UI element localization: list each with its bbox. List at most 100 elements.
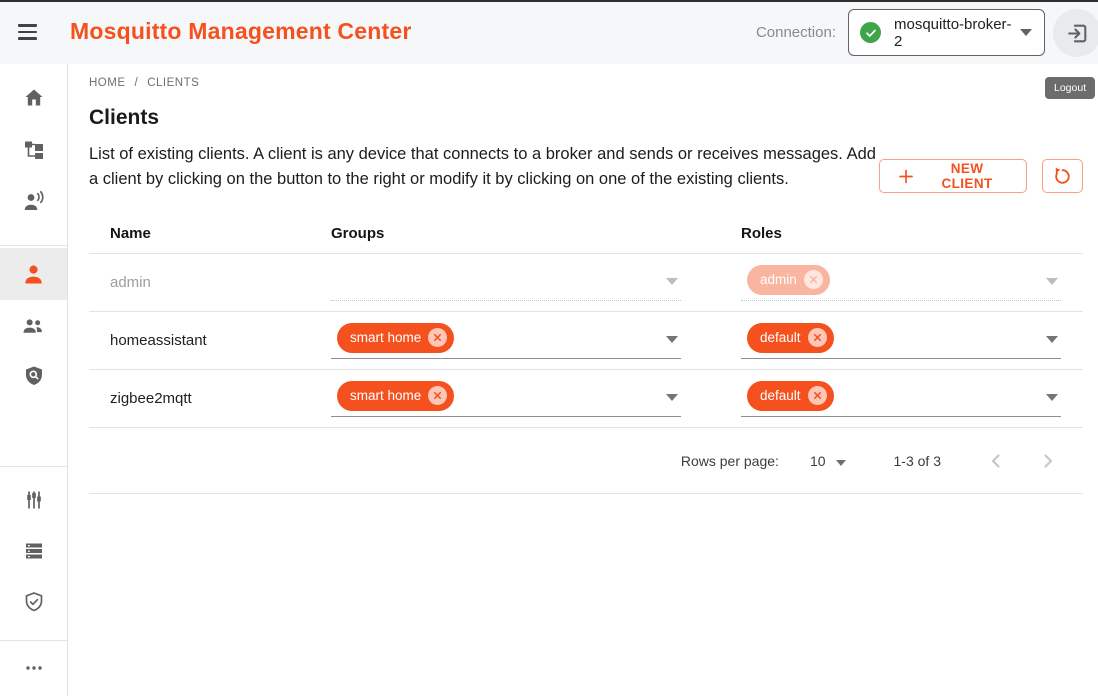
chip-delete-icon[interactable] [808,328,827,347]
sidebar-divider [0,466,67,467]
roles-select: admin [741,260,1061,306]
chevron-down-icon [1020,29,1032,36]
groups-select[interactable]: smart home [331,318,681,364]
breadcrumb-home[interactable]: HOME [89,77,126,89]
client-name: zigbee2mqtt [89,390,331,407]
previous-page-button[interactable] [983,448,1009,474]
sidebar-item-home[interactable] [0,74,67,122]
chevron-down-icon [666,336,678,343]
groups-select[interactable]: smart home [331,376,681,422]
role-chip: admin [747,265,830,295]
groups-select [331,260,681,306]
role-chip[interactable]: default [747,323,834,353]
table-pagination: Rows per page: 10 1-3 of 3 [89,428,1083,494]
rows-per-page-value[interactable]: 10 [810,453,826,469]
list-icon [22,539,46,563]
ellipsis-icon [22,656,46,680]
column-header-groups: Groups [331,225,741,242]
breadcrumb-separator: / [135,77,139,89]
chip-label: smart home [350,388,421,403]
select-underline [331,300,681,301]
breadcrumb: HOME / CLIENTS [89,77,1098,89]
logout-button[interactable] [1053,9,1098,57]
rows-per-page-caret-icon[interactable] [836,460,846,466]
chip-delete-icon [804,270,823,289]
rows-per-page-label: Rows per page: [681,453,779,469]
chip-label: smart home [350,330,421,345]
pagination-range: 1-3 of 3 [894,453,941,469]
roles-select[interactable]: default [741,376,1061,422]
logout-tooltip: Logout [1045,77,1095,99]
connection-label: Connection: [756,24,836,41]
select-underline [331,416,681,417]
sidebar [0,64,68,696]
group-chip[interactable]: smart home [337,323,454,353]
window-top-edge [0,0,1098,2]
roles-select[interactable]: default [741,318,1061,364]
sidebar-item-more[interactable] [0,644,67,692]
topology-icon [22,138,46,162]
logout-icon [1065,21,1090,46]
page-actions: NEW CLIENT [879,159,1083,193]
chip-delete-icon[interactable] [428,328,447,347]
select-underline [741,300,1061,301]
main-content: HOME / CLIENTS Clients List of existing … [68,64,1098,696]
new-client-label: NEW CLIENT [925,161,1009,191]
sidebar-divider [0,640,67,641]
connection-select[interactable]: mosquitto-broker-2 [848,9,1045,56]
home-icon [22,86,46,110]
sidebar-item-inspect[interactable] [0,352,67,400]
app-title: Mosquitto Management Center [70,18,411,45]
select-underline [741,416,1061,417]
table-header-row: Name Groups Roles [89,214,1083,254]
chevron-down-icon [1046,278,1058,285]
sidebar-item-topology[interactable] [0,126,67,174]
chip-label: admin [760,272,797,287]
select-underline [331,358,681,359]
chip-delete-icon[interactable] [808,386,827,405]
table-row[interactable]: zigbee2mqtt smart home default [89,370,1083,428]
sidebar-item-groups[interactable] [0,301,67,349]
role-chip[interactable]: default [747,381,834,411]
chevron-down-icon [1046,336,1058,343]
chevron-left-icon [984,449,1008,473]
sidebar-item-logs[interactable] [0,527,67,575]
sidebar-item-security[interactable] [0,578,67,626]
refresh-button[interactable] [1042,159,1083,193]
chevron-down-icon [666,394,678,401]
client-name: admin [89,274,331,291]
shield-search-icon [22,364,46,388]
group-chip[interactable]: smart home [337,381,454,411]
client-person-icon [21,262,46,287]
table-row[interactable]: admin admin [89,254,1083,312]
groups-people-icon [21,313,46,338]
select-underline [741,358,1061,359]
connection-value: mosquitto-broker-2 [894,16,1014,50]
breadcrumb-current: CLIENTS [147,77,199,89]
column-header-roles: Roles [741,225,1083,242]
chevron-down-icon [1046,394,1058,401]
sidebar-item-settings[interactable] [0,476,67,524]
chip-label: default [760,388,801,403]
next-page-button[interactable] [1035,448,1061,474]
chip-delete-icon[interactable] [428,386,447,405]
table-row[interactable]: homeassistant smart home default [89,312,1083,370]
app-bar: Mosquitto Management Center Connection: … [0,0,1098,64]
new-client-button[interactable]: NEW CLIENT [879,159,1027,193]
clients-table: Name Groups Roles admin admin [89,214,1083,494]
chevron-right-icon [1036,449,1060,473]
chip-label: default [760,330,801,345]
menu-icon[interactable] [16,20,40,44]
broadcast-person-icon [22,189,46,213]
shield-check-icon [22,590,46,614]
refresh-icon [1052,166,1073,187]
connected-check-icon [860,22,881,43]
chevron-down-icon [666,278,678,285]
plus-icon [897,167,915,186]
sidebar-divider [0,245,67,246]
page-description: List of existing clients. A client is an… [89,142,879,192]
sidebar-item-streams[interactable] [0,177,67,225]
sidebar-item-clients[interactable] [0,248,67,300]
column-header-name: Name [89,225,331,242]
sliders-icon [22,488,46,512]
